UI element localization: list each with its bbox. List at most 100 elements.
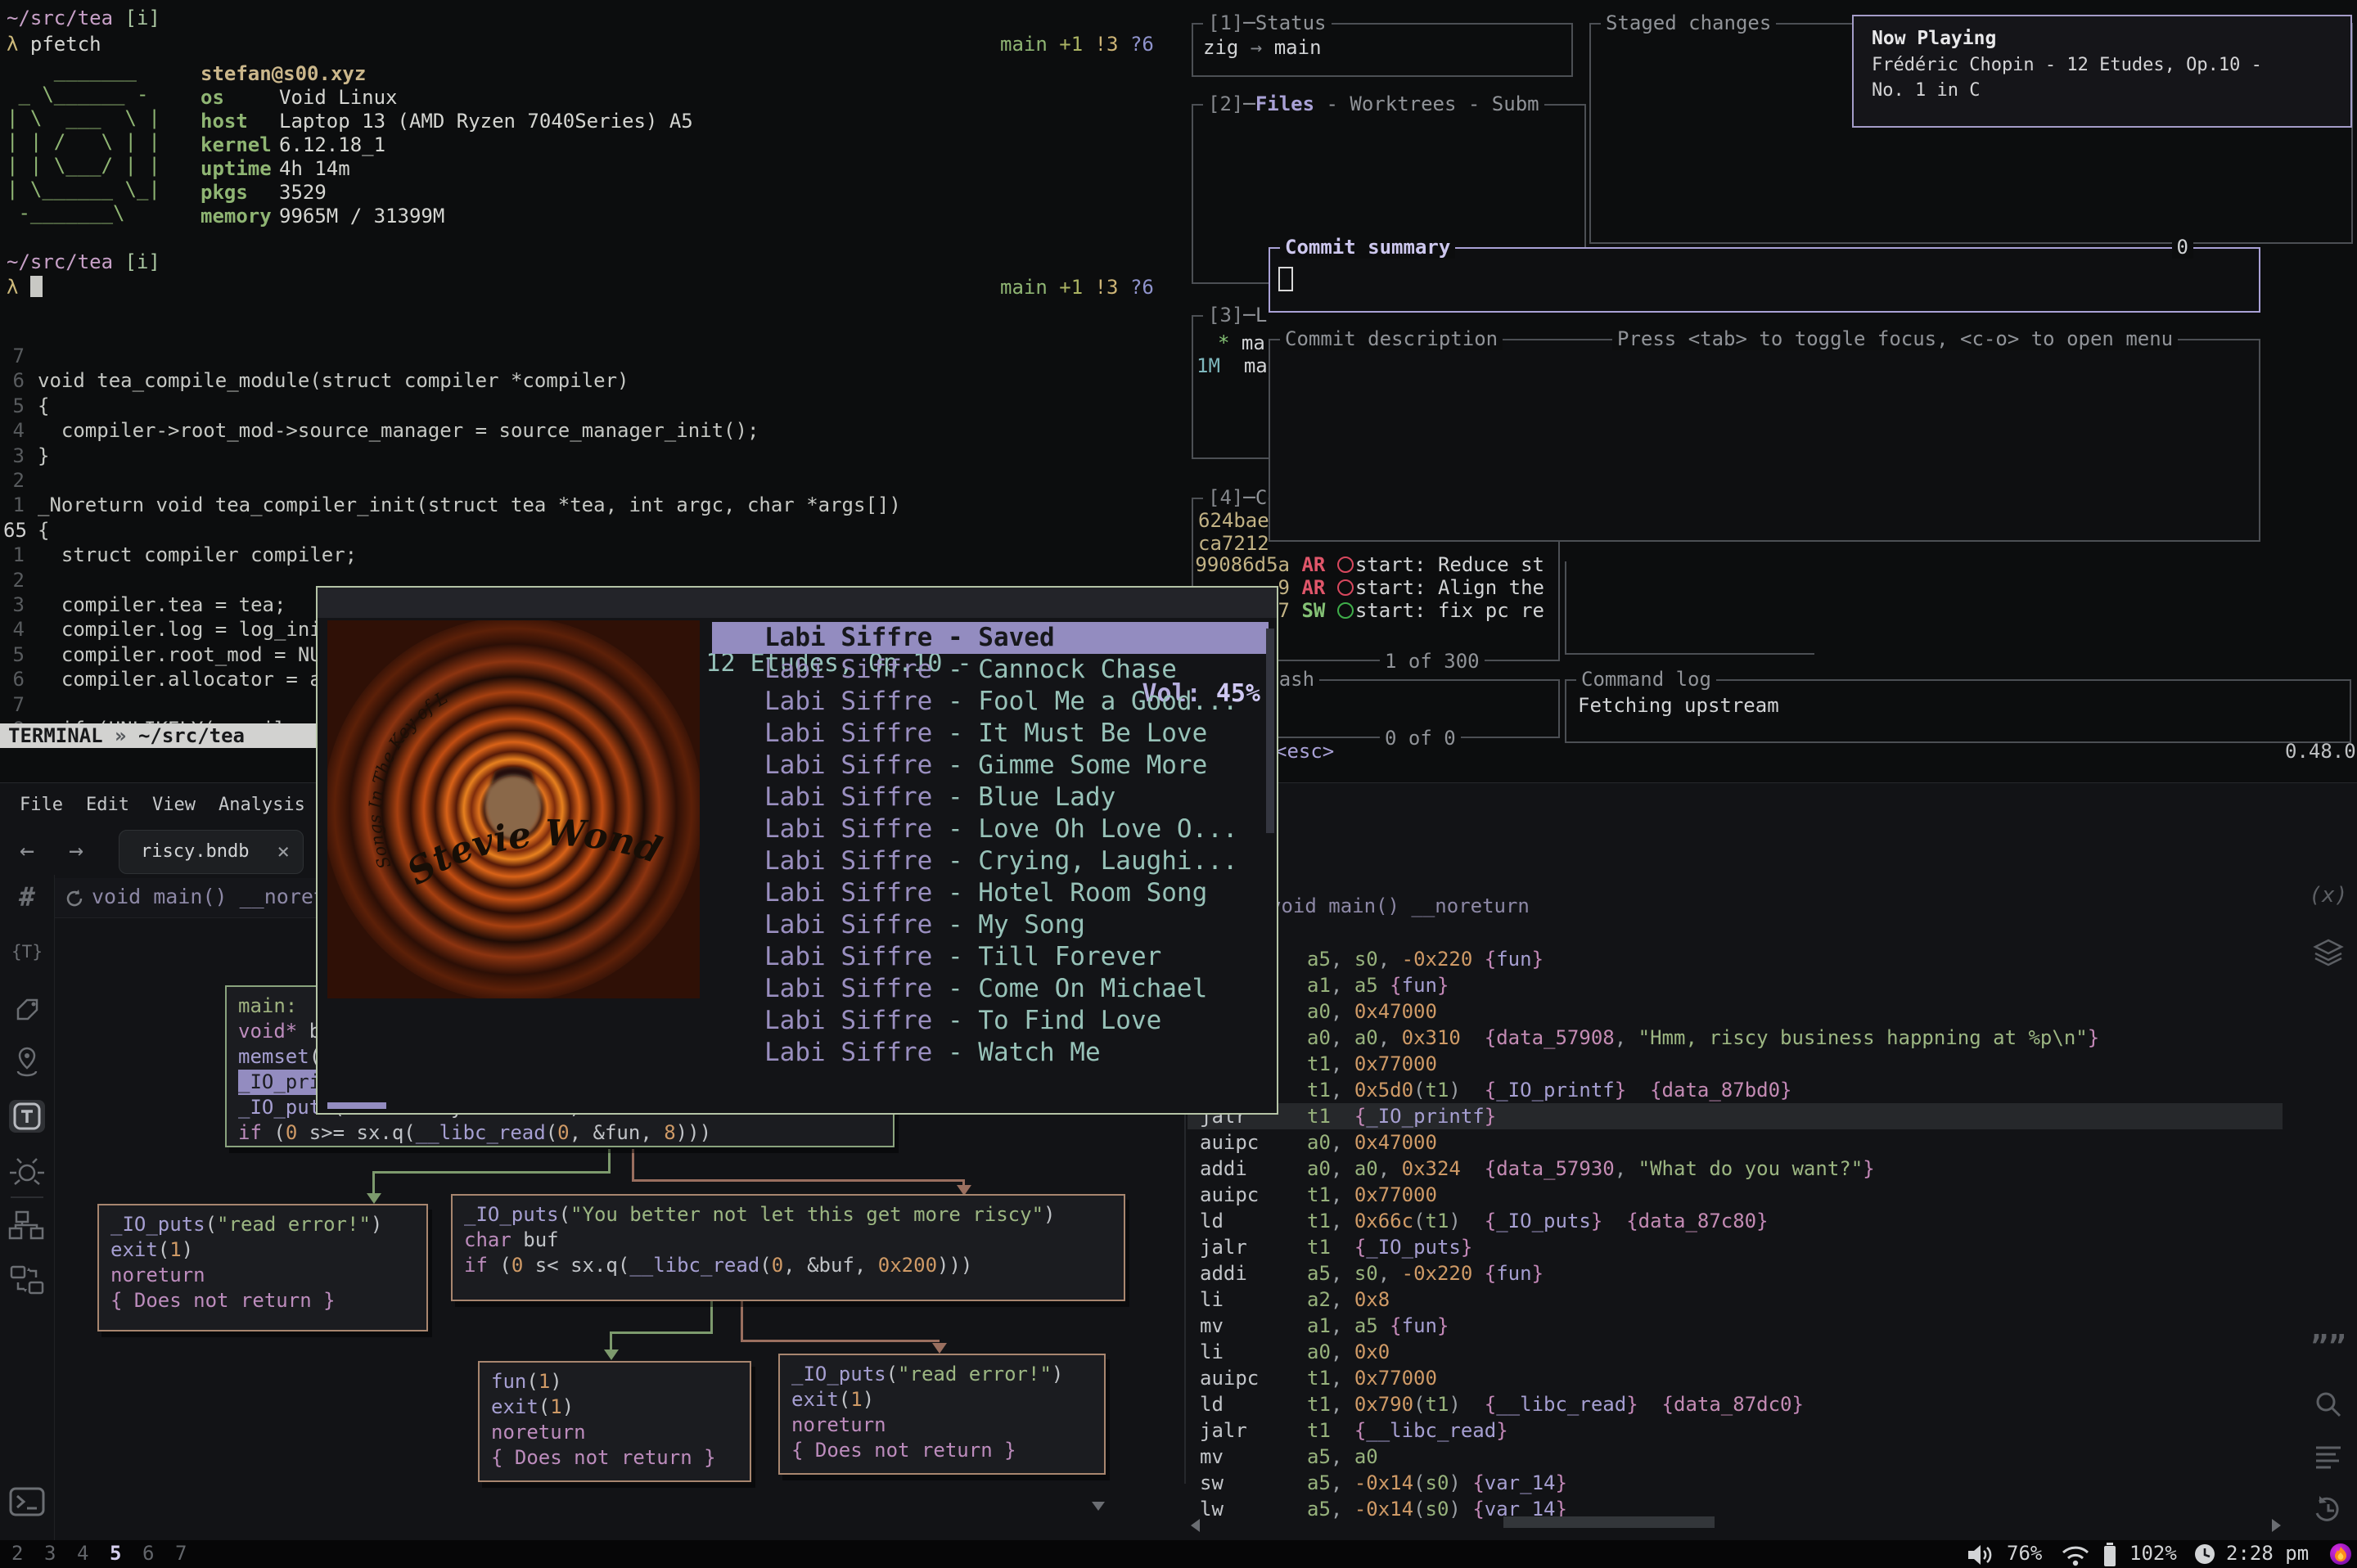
asm-row[interactable]: addia0, a0, 0x324 {data_57930, "What do … (1188, 1156, 2283, 1182)
cross-references-icon[interactable]: # (0, 881, 54, 912)
asm-row[interactable]: ldt1, 0x790(t1) {__libc_read} {data_87dc… (1188, 1391, 2283, 1417)
menu-item-analysis[interactable]: Analysis (219, 795, 305, 815)
playlist-item[interactable]: Labi Siffre - Come On Michael (712, 973, 1269, 1005)
playlist-item[interactable]: Labi Siffre - It Must Be Love (712, 718, 1269, 750)
playlist-item[interactable]: Labi Siffre - Fool Me a Good... (712, 686, 1269, 718)
battery-icon[interactable] (2102, 1542, 2118, 1567)
clock-icon[interactable] (2193, 1543, 2216, 1566)
asm-row[interactable]: addia5, s0, -0x220 {fun} (1188, 1260, 2283, 1286)
playlist-item[interactable]: Labi Siffre - To Find Love (712, 1005, 1269, 1037)
playlist-item[interactable]: Labi Siffre - Crying, Laughi... (712, 845, 1269, 877)
playlist-item[interactable]: Labi Siffre - My Song (712, 909, 1269, 941)
asm-row[interactable]: mva1, a5 {fun} (1188, 972, 2283, 998)
nav-forward-button[interactable]: → (69, 830, 83, 872)
commit-summary-popup[interactable]: Commit summary 0 (1269, 247, 2260, 313)
now-playing-notification[interactable]: Now Playing Frédéric Chopin - 12 Etudes,… (1852, 15, 2352, 128)
cfg-node-fun[interactable]: fun(1)exit(1)noreturn{ Does not return } (478, 1361, 751, 1482)
playback-progress-bar[interactable] (327, 1102, 386, 1109)
debugger-bug-icon[interactable] (0, 1155, 54, 1187)
playlist-item[interactable]: Labi Siffre - Hotel Room Song (712, 877, 1269, 909)
asm-row[interactable]: ldt1, 0x66c(t1) {_IO_puts} {data_87c80} (1188, 1208, 2283, 1234)
vim-line[interactable]: 6void tea_compile_module(struct compiler… (0, 369, 1184, 394)
playlist-item[interactable]: Labi Siffre - Saved (712, 622, 1269, 654)
asm-row[interactable]: mva5, a0 (1188, 1444, 2283, 1470)
workspace-6[interactable]: 6 (142, 1542, 154, 1565)
asm-row[interactable]: ldt1, 0x5d0(t1) {_IO_printf} {data_87bd0… (1188, 1077, 2283, 1103)
playlist-scrollbar[interactable] (1266, 625, 1274, 1079)
terminal-panel-icon[interactable] (0, 1485, 54, 1518)
asm-row[interactable]: lwa5, -0x14(s0) {var_14} (1188, 1496, 2283, 1522)
location-pin-icon[interactable] (0, 1045, 54, 1079)
workspace-2[interactable]: 2 (11, 1542, 23, 1565)
scroll-left-arrow[interactable] (1191, 1519, 1200, 1532)
wifi-icon[interactable] (2059, 1543, 2092, 1566)
variables-icon[interactable]: (x) (2301, 883, 2355, 908)
vim-line[interactable]: 65{ (0, 519, 1184, 544)
workflow-swap-icon[interactable] (0, 1263, 54, 1297)
asm-row[interactable]: auipct1, 0x77000 (1188, 1182, 2283, 1208)
asm-function-header: void main() __noreturn (1269, 894, 1530, 917)
asm-row[interactable]: lia0, 0x0 (1188, 1339, 2283, 1365)
playlist-item[interactable]: Labi Siffre - Till Forever (712, 941, 1269, 973)
asm-row[interactable]: addia5, s0, -0x220 {fun} (1188, 946, 2283, 972)
workspace-4[interactable]: 4 (77, 1542, 88, 1565)
history-icon[interactable] (2301, 1494, 2355, 1526)
playlist-item[interactable]: Labi Siffre - Love Oh Love O... (712, 813, 1269, 845)
menu-item-view[interactable]: View (152, 795, 196, 815)
log-list-icon[interactable] (2301, 1443, 2355, 1472)
asm-row[interactable]: jalrt1 {_IO_puts} (1188, 1234, 2283, 1260)
vim-line[interactable]: 2 (0, 469, 1184, 494)
vim-line[interactable]: 1_Noreturn void tea_compiler_init(struct… (0, 493, 1184, 519)
vim-line[interactable]: 5{ (0, 394, 1184, 420)
gitui-status-box[interactable]: [1]─Status zig → main (1192, 23, 1573, 77)
playlist-scrollbar-thumb[interactable] (1266, 629, 1274, 833)
asm-row[interactable]: jalrt1 {__libc_read} (1188, 1417, 2283, 1444)
hierarchy-icon[interactable] (0, 1209, 54, 1243)
horizontal-scrollbar-thumb[interactable] (1503, 1516, 1715, 1528)
commit-description-popup[interactable]: Commit description Press <tab> to toggle… (1269, 339, 2260, 542)
menu-item-edit[interactable]: Edit (86, 795, 129, 815)
cfg-node-riscy[interactable]: _IO_puts("You better not let this get mo… (451, 1194, 1125, 1301)
asm-row[interactable]: auipca0, 0x47000 (1188, 998, 2283, 1025)
playlist-item[interactable]: Labi Siffre - Cannock Chase (712, 654, 1269, 686)
scroll-right-arrow[interactable] (2272, 1519, 2281, 1532)
menu-item-file[interactable]: File (20, 795, 63, 815)
tab-riscy-bndb[interactable]: riscy.bndb × (119, 830, 304, 874)
scroll-down-arrow[interactable] (1092, 1502, 1105, 1511)
asm-row[interactable]: mva1, a5 {fun} (1188, 1313, 2283, 1339)
types-icon[interactable]: {T} (0, 942, 54, 962)
text-view-icon[interactable] (0, 1102, 54, 1131)
asm-row[interactable]: swa5, -0x14(s0) {var_14} (1188, 1470, 2283, 1496)
vim-line[interactable]: 7 (0, 345, 1184, 370)
playlist-item[interactable]: Labi Siffre - Blue Lady (712, 782, 1269, 813)
vim-line[interactable]: 1 struct compiler compiler; (0, 543, 1184, 569)
asm-row[interactable]: auipct1, 0x77000 (1188, 1365, 2283, 1391)
edge-true (372, 1171, 611, 1174)
cfg-node-read-error-2[interactable]: _IO_puts("read error!")exit(1)noreturn{ … (778, 1354, 1106, 1475)
workspace-7[interactable]: 7 (175, 1542, 187, 1565)
tag-icon[interactable] (0, 994, 54, 1024)
playlist-item[interactable]: Labi Siffre - Watch Me (712, 1037, 1269, 1069)
asm-row[interactable]: addia0, a0, 0x310 {data_57908, "Hmm, ris… (1188, 1025, 2283, 1051)
cfg-node-read-error[interactable]: _IO_puts("read error!")exit(1)noreturn{ … (97, 1204, 428, 1331)
workspace-3[interactable]: 3 (44, 1542, 56, 1565)
notification-body-line1: Frédéric Chopin - 12 Etudes, Op.10 - (1872, 52, 2332, 78)
vim-line[interactable]: 4 compiler->root_mod->source_manager = s… (0, 419, 1184, 444)
asm-row[interactable]: lia2, 0x8 (1188, 1286, 2283, 1313)
flame-badge-icon[interactable] (2329, 1543, 2352, 1566)
asm-row[interactable]: jalrt1 {_IO_printf} (1188, 1103, 2283, 1129)
volume-icon[interactable] (1966, 1543, 1997, 1567)
commit-row[interactable]: 99086d5a AR start: Reduce st (1193, 553, 1544, 576)
comments-icon[interactable]: ”” (2301, 1330, 2355, 1363)
edge-false (632, 1149, 634, 1181)
gitui-log-box[interactable]: [3]─L * ma 1M ma (1192, 315, 1270, 459)
workspace-5[interactable]: 5 (110, 1542, 121, 1565)
layers-icon[interactable] (2301, 937, 2355, 970)
playlist-item[interactable]: Labi Siffre - Gimme Some More (712, 750, 1269, 782)
asm-row[interactable]: auipca0, 0x47000 (1188, 1129, 2283, 1156)
nav-back-button[interactable]: ← (20, 830, 34, 872)
asm-row[interactable]: auipct1, 0x77000 (1188, 1051, 2283, 1077)
vim-line[interactable]: 3} (0, 444, 1184, 470)
close-icon[interactable]: × (277, 831, 290, 873)
search-icon[interactable] (2301, 1389, 2355, 1420)
